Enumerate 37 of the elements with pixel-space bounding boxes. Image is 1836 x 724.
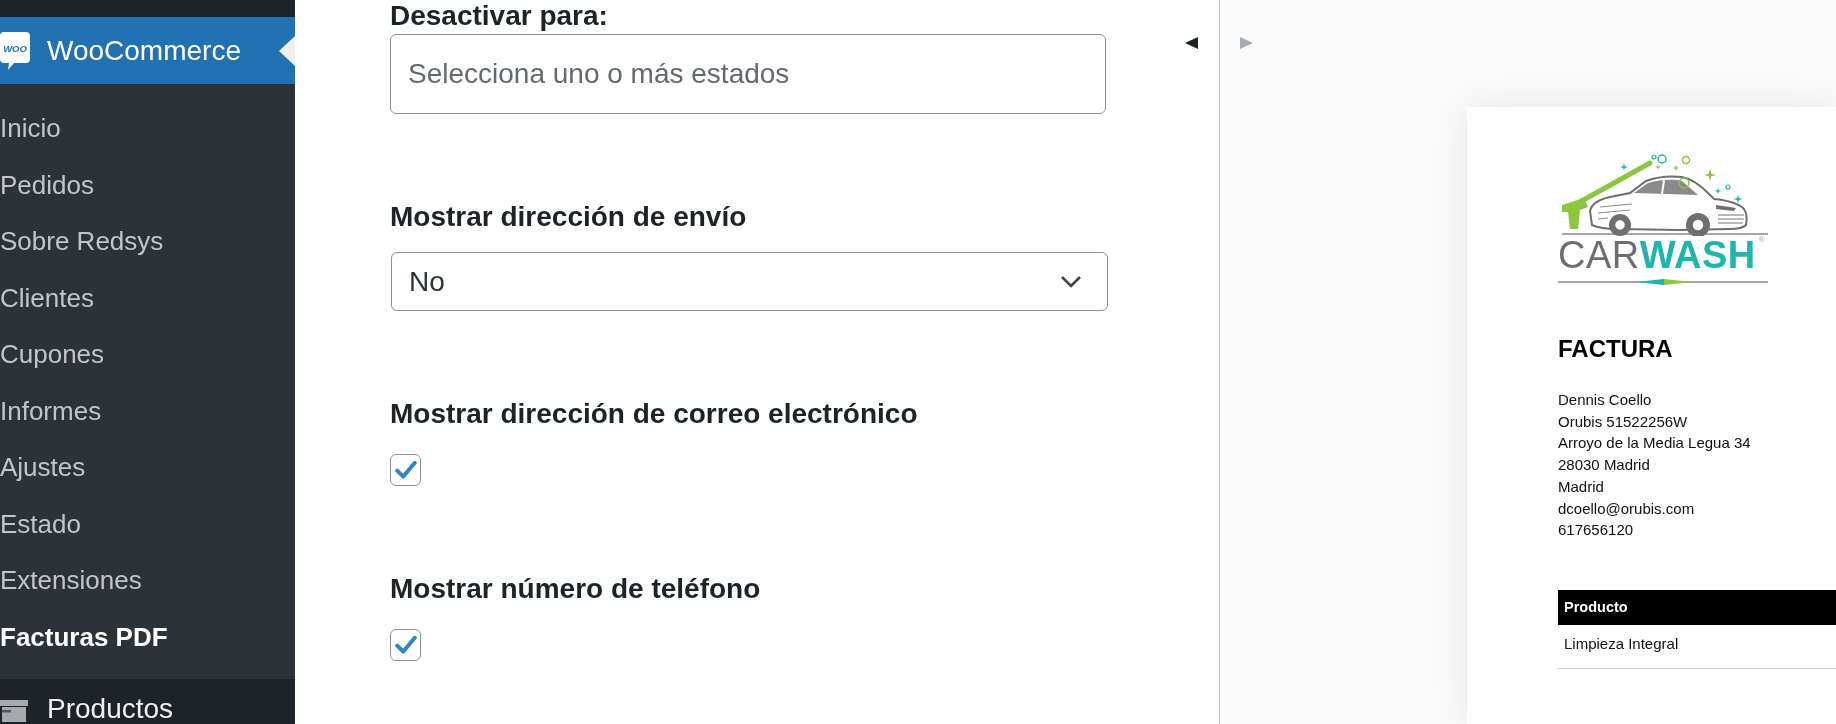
submenu-item[interactable]: Inicio bbox=[0, 100, 295, 157]
submenu-item[interactable]: Ajustes bbox=[0, 439, 295, 496]
setting-label: Desactivar para: bbox=[390, 0, 608, 32]
checkbox[interactable] bbox=[390, 629, 421, 661]
checkmark-icon bbox=[394, 460, 417, 480]
submenu-item[interactable]: Estado bbox=[0, 495, 295, 552]
customer-detail: 617656120 bbox=[1558, 520, 1634, 541]
submenu-item[interactable]: Sobre Redsys bbox=[0, 213, 295, 270]
submenu-item[interactable]: Pedidos bbox=[0, 156, 295, 213]
submenu-item[interactable]: Extensiones bbox=[0, 552, 295, 609]
pointer-notch-icon bbox=[279, 35, 295, 66]
bubble-logo: WOO bbox=[0, 31, 30, 70]
checkbox[interactable] bbox=[390, 454, 421, 486]
customer-detail: dcoello@orubis.com bbox=[1558, 498, 1695, 519]
customer-detail: 28030 Madrid bbox=[1558, 455, 1650, 476]
logo-wordmark: CARWASH® bbox=[1558, 236, 1766, 274]
customer-detail: Madrid bbox=[1558, 476, 1604, 497]
submenu-item[interactable]: Clientes bbox=[0, 269, 295, 326]
chevron-down-icon bbox=[1060, 275, 1082, 288]
column-header: Producto bbox=[1558, 589, 1836, 625]
setting-label: Mostrar dirección de correo electrónico bbox=[390, 398, 918, 430]
customer-detail: Arroyo de la Media Legua 34 bbox=[1558, 433, 1751, 454]
setting-label: Mostrar dirección de envío bbox=[390, 201, 747, 233]
submenu-item[interactable]: Cupones bbox=[0, 326, 295, 383]
customer-detail: Orubis 51522256W bbox=[1558, 411, 1688, 432]
submenu-item[interactable]: Informes bbox=[0, 382, 295, 439]
archive-box-icon bbox=[0, 700, 30, 722]
select-field[interactable]: No bbox=[391, 252, 1108, 311]
caret-left-icon[interactable] bbox=[1185, 37, 1198, 49]
invoice-title: FACTURA bbox=[1558, 335, 1673, 363]
table-cell: Limpieza Integral bbox=[1558, 624, 1836, 669]
checkmark-icon bbox=[394, 635, 417, 655]
setting-label: Mostrar número de teléfono bbox=[390, 573, 761, 605]
submenu-item[interactable]: Facturas PDF bbox=[0, 608, 295, 665]
menu-item[interactable]: WOO WooCommerce bbox=[0, 17, 295, 84]
customer-detail: Dennis Coello bbox=[1558, 390, 1652, 410]
multiselect-field[interactable]: Selecciona uno o más estados bbox=[390, 34, 1106, 114]
